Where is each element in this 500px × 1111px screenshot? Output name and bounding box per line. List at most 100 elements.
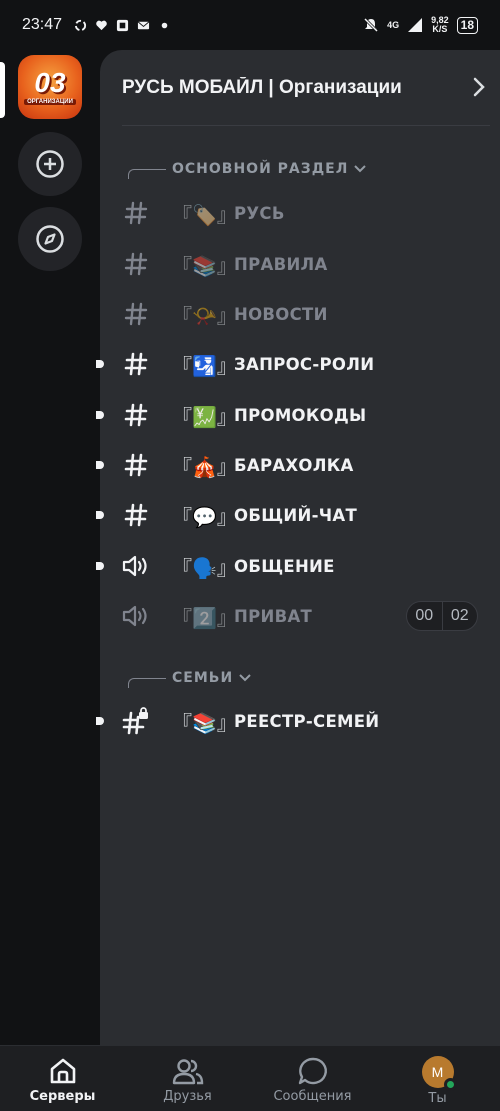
nav-label: Ты — [428, 1091, 447, 1106]
home-icon — [50, 1058, 75, 1084]
category-label: СЕМЬИ — [172, 670, 234, 686]
channel-promocodes[interactable]: 『💹』 ПРОМОКОДЫ — [96, 391, 500, 439]
mail-icon — [137, 20, 150, 29]
channel-name: РЕЕСТР-СЕМЕЙ — [234, 711, 380, 731]
unread-indicator — [96, 562, 104, 570]
friends-icon — [172, 1059, 203, 1085]
voice-user-limit: 02 — [450, 607, 469, 624]
chevron-down-icon — [239, 674, 251, 682]
hash-icon — [122, 250, 150, 278]
unread-indicator — [96, 717, 104, 725]
add-server-button[interactable] — [18, 132, 82, 196]
chat-bubble-icon — [298, 1057, 327, 1085]
channel-emoji: 『🎪』 — [172, 454, 237, 479]
locked-hash-icon — [122, 707, 150, 735]
avatar: M — [421, 1056, 457, 1091]
category-label: ОСНОВНОЙ РАЗДЕЛ — [172, 161, 349, 177]
unread-indicator — [96, 360, 104, 368]
plus-circle-icon — [36, 150, 64, 178]
heart-icon — [96, 20, 107, 30]
channel-name: ПРОМОКОДЫ — [234, 405, 367, 425]
channel-emoji: 『💬』 — [172, 504, 237, 529]
voice-user-counter: 00 02 — [406, 601, 478, 631]
channel-voice-private[interactable]: 『2️⃣』 ПРИВАТ 00 02 — [100, 592, 500, 640]
category-families[interactable]: СЕМЬИ — [128, 667, 251, 689]
channel-emoji: 『💹』 — [172, 404, 237, 429]
nav-you[interactable]: M Ты — [375, 1046, 500, 1111]
channel-rules[interactable]: 『📚』 ПРАВИЛА — [100, 240, 500, 288]
selected-server-indicator — [0, 62, 5, 118]
network-type: 4G — [387, 19, 400, 30]
channel-name: РУСЬ — [234, 203, 285, 223]
unread-indicator — [96, 411, 104, 419]
status-time: 23:47 — [22, 16, 63, 33]
nav-label: Серверы — [29, 1089, 96, 1104]
category-tree-line — [128, 169, 166, 179]
server-icon[interactable]: 03 ОРГАНИЗАЦИИ — [18, 55, 82, 119]
signal-icon — [408, 18, 423, 32]
channel-name: ПРАВИЛА — [234, 254, 328, 274]
category-tree-line — [128, 678, 166, 688]
notification-icons — [74, 19, 171, 32]
channel-name: БАРАХОЛКА — [234, 455, 354, 475]
voice-user-count: 00 — [415, 607, 434, 624]
speaker-icon — [122, 602, 150, 630]
nav-label: Сообщения — [273, 1089, 352, 1104]
channel-name: ПРИВАТ — [234, 606, 313, 626]
channel-emoji: 『🏷️』 — [172, 202, 237, 227]
hash-icon — [122, 451, 150, 479]
channel-emoji: 『🗣️』 — [172, 555, 237, 580]
status-bar: 23:47 4G 9,82 K/S 18 — [0, 0, 500, 50]
server-icon-text: 03 — [34, 67, 66, 98]
server-rail: 03 ОРГАНИЗАЦИИ — [0, 50, 100, 1045]
hash-icon — [122, 300, 150, 328]
server-icon-subtext: ОРГАНИЗАЦИИ — [24, 99, 76, 105]
hash-icon — [122, 350, 150, 378]
chevron-down-icon — [354, 165, 367, 173]
bell-muted-icon — [364, 17, 379, 33]
net-speed-unit: K/S — [432, 24, 448, 34]
channel-general-chat[interactable]: 『💬』 ОБЩИЙ-ЧАТ — [96, 491, 500, 539]
channel-name: ОБЩЕНИЕ — [234, 556, 335, 576]
unread-indicator — [96, 461, 104, 469]
server-header[interactable]: РУСЬ МОБАЙЛ | Организации — [122, 50, 490, 126]
status-right: 4G 9,82 K/S 18 — [363, 16, 478, 34]
bottom-navigation: Серверы Друзья Сообщения M Ты — [0, 1045, 500, 1111]
channel-rus[interactable]: 『🏷️』 РУСЬ — [100, 189, 500, 237]
chevron-right-icon — [473, 77, 485, 97]
channel-family-registry[interactable]: 『📚』 РЕЕСТР-СЕМЕЙ — [96, 697, 500, 745]
hash-icon — [122, 401, 150, 429]
online-status-indicator — [443, 1078, 457, 1091]
explore-button[interactable] — [18, 207, 82, 271]
net-speed: 9,82 K/S — [431, 16, 449, 34]
compass-icon — [36, 225, 64, 253]
channel-emoji: 『📚』 — [172, 253, 237, 278]
nav-friends[interactable]: Друзья — [125, 1046, 250, 1111]
channel-name: ЗАПРОС-РОЛИ — [234, 354, 375, 374]
channel-emoji: 『📯』 — [172, 303, 237, 328]
hash-icon — [122, 199, 150, 227]
hash-icon — [122, 501, 150, 529]
app-icon — [116, 19, 129, 31]
server-name: РУСЬ МОБАЙЛ | Организации — [122, 76, 402, 98]
channel-emoji: 『📚』 — [172, 710, 237, 735]
speaker-icon — [122, 552, 150, 580]
sync-icon — [74, 19, 87, 31]
channel-panel: РУСЬ МОБАЙЛ | Организации ОСНОВНОЙ РАЗДЕ… — [96, 50, 500, 1045]
channel-name: НОВОСТИ — [234, 304, 328, 324]
nav-servers[interactable]: Серверы — [0, 1046, 125, 1111]
unread-indicator — [96, 511, 104, 519]
avatar-letter: M — [431, 1064, 444, 1080]
dot-icon — [161, 22, 168, 28]
category-main[interactable]: ОСНОВНОЙ РАЗДЕЛ — [128, 158, 367, 180]
channel-emoji: 『2️⃣』 — [172, 605, 237, 630]
channel-voice-communication[interactable]: 『🗣️』 ОБЩЕНИЕ — [96, 542, 500, 590]
channel-role-request[interactable]: 『🛂』 ЗАПРОС-РОЛИ — [96, 340, 500, 388]
nav-messages[interactable]: Сообщения — [250, 1046, 375, 1111]
channel-flea-market[interactable]: 『🎪』 БАРАХОЛКА — [96, 441, 500, 489]
battery-indicator: 18 — [456, 16, 478, 34]
channel-news[interactable]: 『📯』 НОВОСТИ — [100, 290, 500, 338]
channel-name: ОБЩИЙ-ЧАТ — [234, 505, 358, 525]
nav-label: Друзья — [163, 1089, 212, 1104]
channel-emoji: 『🛂』 — [172, 353, 237, 378]
